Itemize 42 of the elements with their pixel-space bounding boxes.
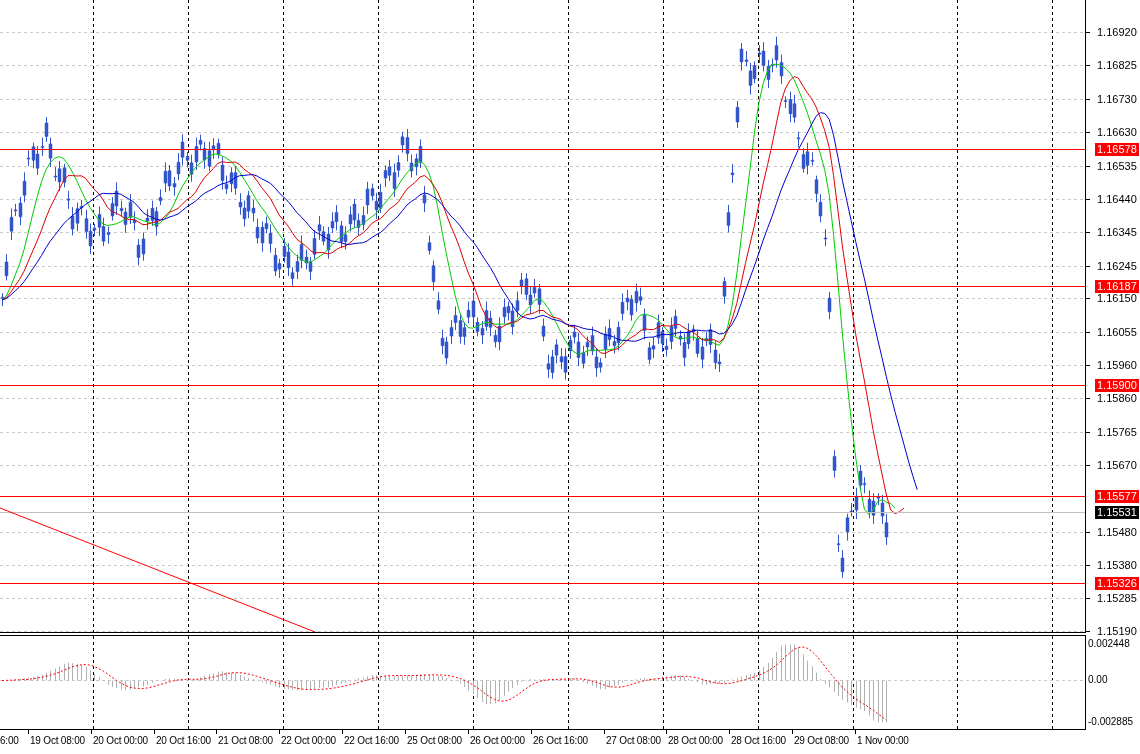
price-axis-label: 1.15960 (1097, 359, 1137, 371)
time-axis-label: 20 Oct 00:00 (93, 735, 148, 747)
time-axis-label: 22 Oct 00:00 (281, 735, 336, 747)
time-axis-label: 27 Oct 08:00 (606, 735, 661, 747)
time-axis-label: 28 Oct 00:00 (668, 735, 723, 747)
price-axis-label: 1.15670 (1097, 459, 1137, 471)
price-level-label: 1.16187 (1095, 280, 1139, 293)
time-axis-label: 28 Oct 16:00 (731, 735, 786, 747)
time-axis-label: 25 Oct 08:00 (407, 735, 462, 747)
time-axis-label: 6:00 (0, 735, 19, 747)
price-axis-label: 1.15765 (1097, 426, 1137, 438)
price-axis-label: 1.16920 (1097, 26, 1137, 38)
price-axis-label: 1.15480 (1097, 526, 1137, 538)
price-axis-label: 1.16730 (1097, 93, 1137, 105)
price-axis-label: 1.16055 (1097, 326, 1137, 338)
price-axis-label: 1.16535 (1097, 160, 1137, 172)
indicator-axis-label: 0.00 (1088, 674, 1108, 686)
price-axis-label: 1.16245 (1097, 260, 1137, 272)
price-axis-label: 1.15380 (1097, 559, 1137, 571)
price-level-label: 1.15577 (1095, 490, 1139, 503)
price-axis-label: 1.16825 (1097, 59, 1137, 71)
time-axis-label: 26 Oct 00:00 (470, 735, 525, 747)
price-axis-label: 1.16630 (1097, 126, 1137, 138)
time-axis-label: 21 Oct 08:00 (218, 735, 273, 747)
indicator-axis-label: 0.002448 (1088, 638, 1130, 650)
price-axis-label: 1.16150 (1097, 292, 1137, 304)
price-axis-label: 1.15190 (1097, 625, 1137, 637)
price-level-label: 1.15531 (1095, 506, 1139, 519)
time-axis-label: 20 Oct 16:00 (156, 735, 211, 747)
price-axis-label: 1.15860 (1097, 392, 1137, 404)
price-level-label: 1.15900 (1095, 379, 1139, 392)
price-axis-label: 1.16345 (1097, 226, 1137, 238)
price-level-label: 1.16578 (1095, 143, 1139, 156)
time-axis-label: 19 Oct 08:00 (30, 735, 85, 747)
price-axis-label: 1.16440 (1097, 193, 1137, 205)
time-axis-label: 22 Oct 16:00 (344, 735, 399, 747)
indicator-axis-label: -0.002885 (1088, 716, 1134, 728)
time-axis-label: 26 Oct 16:00 (533, 735, 588, 747)
price-level-label: 1.15326 (1095, 577, 1139, 590)
time-axis-label: 1 Nov 00:00 (857, 735, 909, 747)
time-axis-label: 29 Oct 08:00 (794, 735, 849, 747)
price-axis-label: 1.15285 (1097, 592, 1137, 604)
